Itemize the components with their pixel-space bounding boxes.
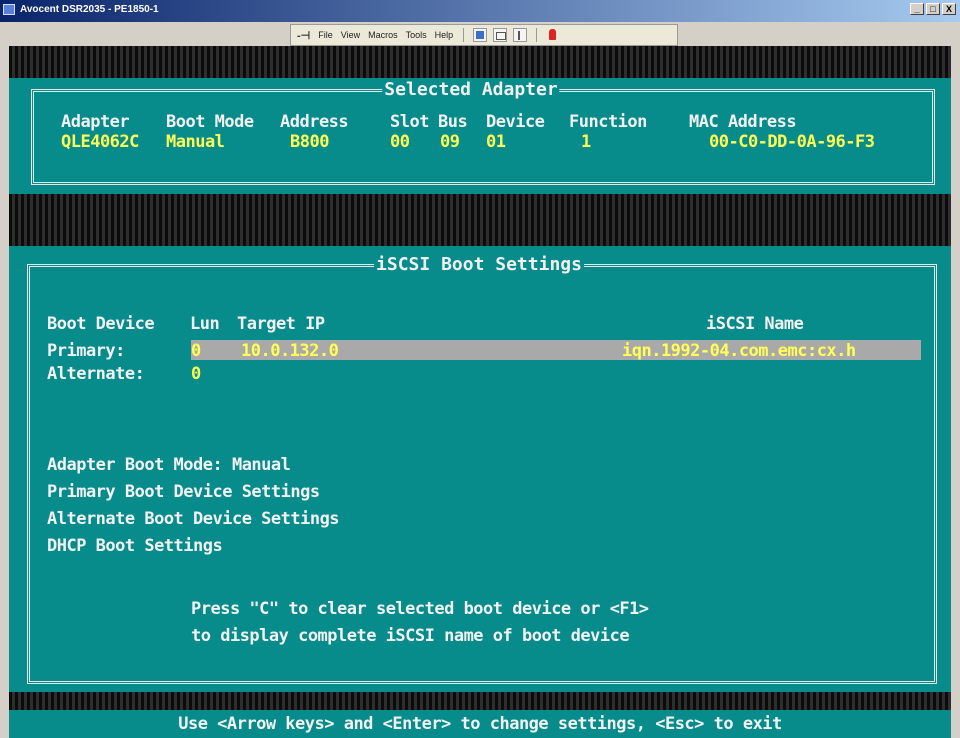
hint-text-line2: to display complete iSCSI name of boot d… <box>191 626 630 646</box>
header-bus: Bus <box>438 112 468 132</box>
hint-text-line1: Press "C" to clear selected boot device … <box>191 599 649 619</box>
pin-icon[interactable]: -⊣ <box>297 29 310 42</box>
value-device: 01 <box>486 132 506 152</box>
column-boot-device: Boot Device <box>47 314 155 334</box>
header-address: Address <box>280 112 349 132</box>
screen-icon[interactable] <box>493 28 508 42</box>
window-title: Avocent DSR2035 - PE1850-1 <box>20 4 159 15</box>
iscsi-boot-settings-title: iSCSI Boot Settings <box>374 254 584 275</box>
background-pattern <box>9 194 951 246</box>
column-lun: Lun <box>190 314 220 334</box>
selected-adapter-panel: Selected Adapter Adapter Boot Mode Addre… <box>9 78 951 194</box>
background-pattern <box>9 692 951 710</box>
header-mac-address: MAC Address <box>689 112 797 132</box>
window-controls: _ □ X <box>910 3 956 15</box>
header-function: Function <box>569 112 647 132</box>
viewer-menu-bar: -⊣ File View Macros Tools Help <box>290 24 678 46</box>
menu-tools[interactable]: Tools <box>406 30 427 40</box>
status-bar: Use <Arrow keys> and <Enter> to change s… <box>9 710 951 738</box>
single-cursor-icon[interactable] <box>473 28 488 42</box>
iscsi-name-value: iqn.1992-04.com.emc:cx.h <box>622 341 856 361</box>
column-iscsi-name: iSCSI Name <box>706 314 804 334</box>
value-slot: 00 <box>390 132 410 152</box>
menu-macros[interactable]: Macros <box>368 30 398 40</box>
boot-device-label: Alternate: <box>47 364 145 384</box>
toolbar-separator <box>463 28 465 42</box>
lun-value: 0 <box>191 364 201 384</box>
header-device: Device <box>486 112 545 132</box>
status-bar-text: Use <Arrow keys> and <Enter> to change s… <box>178 714 782 734</box>
selected-adapter-title: Selected Adapter <box>382 79 560 100</box>
value-bus: 09 <box>440 132 460 152</box>
app-icon <box>3 4 15 15</box>
menu-adapter-boot-mode[interactable]: Adapter Boot Mode: Manual <box>47 455 291 475</box>
boot-device-label: Primary: <box>47 341 125 361</box>
scaling-icon[interactable] <box>513 28 528 42</box>
close-button[interactable]: X <box>942 3 956 15</box>
value-address: B800 <box>290 132 329 152</box>
menu-file[interactable]: File <box>318 30 333 40</box>
value-adapter: QLE4062C <box>61 132 139 152</box>
menu-dhcp-boot-settings[interactable]: DHCP Boot Settings <box>47 536 223 556</box>
background-pattern <box>9 46 951 78</box>
column-target-ip: Target IP <box>237 314 325 334</box>
value-function: 1 <box>581 132 591 152</box>
console-screen[interactable]: Selected Adapter Adapter Boot Mode Addre… <box>9 46 951 738</box>
menu-view[interactable]: View <box>341 30 360 40</box>
header-slot: Slot <box>390 112 429 132</box>
value-boot-mode: Manual <box>166 132 225 152</box>
lun-value: 0 <box>191 341 201 361</box>
power-icon[interactable] <box>546 28 560 42</box>
window-title-bar[interactable]: Avocent DSR2035 - PE1850-1 _ □ X <box>0 0 960 22</box>
menu-primary-boot-device-settings[interactable]: Primary Boot Device Settings <box>47 482 320 502</box>
target-ip-value: 10.0.132.0 <box>241 341 339 361</box>
menu-alternate-boot-device-settings[interactable]: Alternate Boot Device Settings <box>47 509 340 529</box>
menu-help[interactable]: Help <box>435 30 454 40</box>
header-boot-mode: Boot Mode <box>166 112 254 132</box>
maximize-button[interactable]: □ <box>926 3 940 15</box>
header-adapter: Adapter <box>61 112 130 132</box>
value-mac-address: 00-C0-DD-0A-96-F3 <box>709 132 875 152</box>
minimize-button[interactable]: _ <box>910 3 924 15</box>
toolbar-separator <box>536 28 538 42</box>
